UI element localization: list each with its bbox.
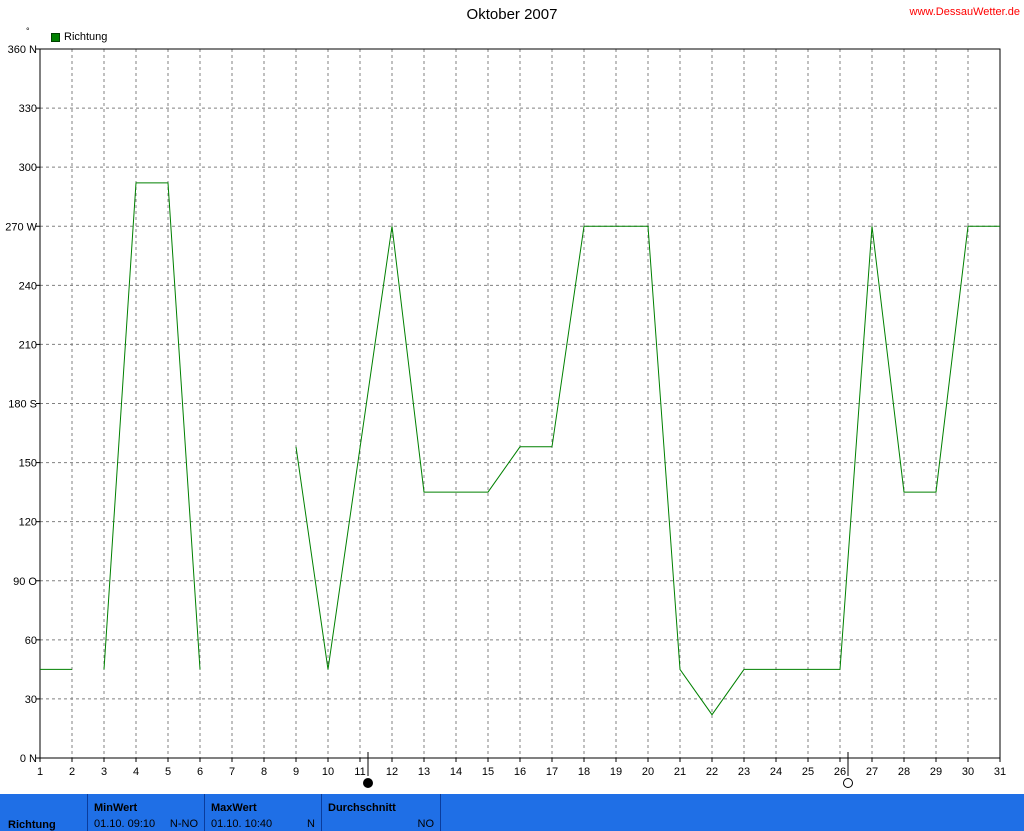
- wind-direction-chart: 0 N306090 O120150180 S210240270 W3003303…: [5, 44, 1006, 788]
- y-tick-label: 60: [25, 635, 37, 647]
- x-tick-label: 8: [261, 766, 267, 778]
- y-tick-label: 330: [19, 103, 37, 115]
- series-richtung: [40, 182, 1000, 716]
- stat-min: MinWert 01.10. 09:10 N-NO: [88, 794, 205, 831]
- x-tick-label: 29: [930, 766, 942, 778]
- y-tick-label: 240: [19, 280, 37, 292]
- x-tick-label: 5: [165, 766, 171, 778]
- x-tick-label: 3: [101, 766, 107, 778]
- y-tick-label: 300: [19, 162, 37, 174]
- stat-max-time: 01.10. 10:40: [211, 818, 273, 830]
- x-tick-label: 6: [197, 766, 203, 778]
- stat-max-value: N: [307, 818, 315, 830]
- y-tick-label: 360 N: [8, 44, 37, 56]
- x-tick-label: 16: [514, 766, 526, 778]
- x-tick-label: 1: [37, 766, 43, 778]
- x-tick-label: 22: [706, 766, 718, 778]
- x-tick-label: 13: [418, 766, 430, 778]
- x-axis: 1 2 3 4 5 6 7 8 9 10 11 12 13 14 15 16 17 18 19 20 21 22 23 24 2…: [37, 758, 1006, 778]
- x-tick-label: 21: [674, 766, 686, 778]
- stats-filler: [441, 794, 1024, 831]
- stat-avg: Durchschnitt NO: [322, 794, 441, 831]
- stats-bar: Richtung MinWert 01.10. 09:10 N-NO MaxWe…: [0, 794, 1024, 831]
- x-tick-label: 18: [578, 766, 590, 778]
- stats-row-label-cell: Richtung: [0, 794, 88, 831]
- x-tick-label: 26: [834, 766, 846, 778]
- x-tick-label: 19: [610, 766, 622, 778]
- x-tick-label: 2: [69, 766, 75, 778]
- x-tick-label: 25: [802, 766, 814, 778]
- stat-max-header: MaxWert: [211, 802, 257, 814]
- stat-min-value: N-NO: [169, 818, 198, 830]
- y-tick-label: 120: [19, 517, 37, 529]
- x-tick-label: 11: [354, 766, 365, 778]
- x-tick-label: 9: [293, 766, 299, 778]
- stats-row-label: Richtung: [8, 819, 56, 831]
- x-tick-label: 15: [482, 766, 494, 778]
- stat-avg-value: NO: [417, 818, 435, 830]
- x-tick-label: 27: [866, 766, 878, 778]
- series-line-segment: [103, 182, 201, 670]
- x-tick-label: 12: [386, 766, 398, 778]
- x-tick-label: 24: [770, 766, 782, 778]
- x-tick-label: 17: [546, 766, 558, 778]
- stat-max: MaxWert 01.10. 10:40 N: [205, 794, 322, 831]
- x-tick-label: 28: [898, 766, 910, 778]
- stat-avg-header: Durchschnitt: [328, 802, 396, 814]
- y-tick-label: 180 S: [8, 399, 37, 411]
- full-moon-icon: [843, 778, 853, 788]
- x-tick-label: 20: [642, 766, 654, 778]
- new-moon-icon: [363, 778, 373, 788]
- y-tick-label: 0 N: [20, 753, 37, 765]
- x-tick-label: 14: [450, 766, 462, 778]
- x-tick-label: 4: [133, 766, 139, 778]
- grid: [40, 49, 1000, 758]
- x-tick-label: 7: [229, 766, 235, 778]
- y-tick-label: 150: [19, 458, 37, 470]
- stat-min-time: 01.10. 09:10: [94, 818, 156, 830]
- x-tick-label: 10: [322, 766, 334, 778]
- x-tick-label: 31: [994, 766, 1006, 778]
- stat-min-header: MinWert: [94, 802, 138, 814]
- x-tick-label: 30: [962, 766, 974, 778]
- y-tick-label: 210: [19, 339, 37, 351]
- y-tick-label: 30: [25, 694, 37, 706]
- x-tick-label: 23: [738, 766, 750, 778]
- y-tick-label: 270 W: [5, 221, 37, 233]
- y-tick-label: 90 O: [13, 576, 37, 588]
- y-axis: 0 N 30 60 90 O 120 150 180 S 210 240 270 W 300 330 3…: [5, 44, 40, 765]
